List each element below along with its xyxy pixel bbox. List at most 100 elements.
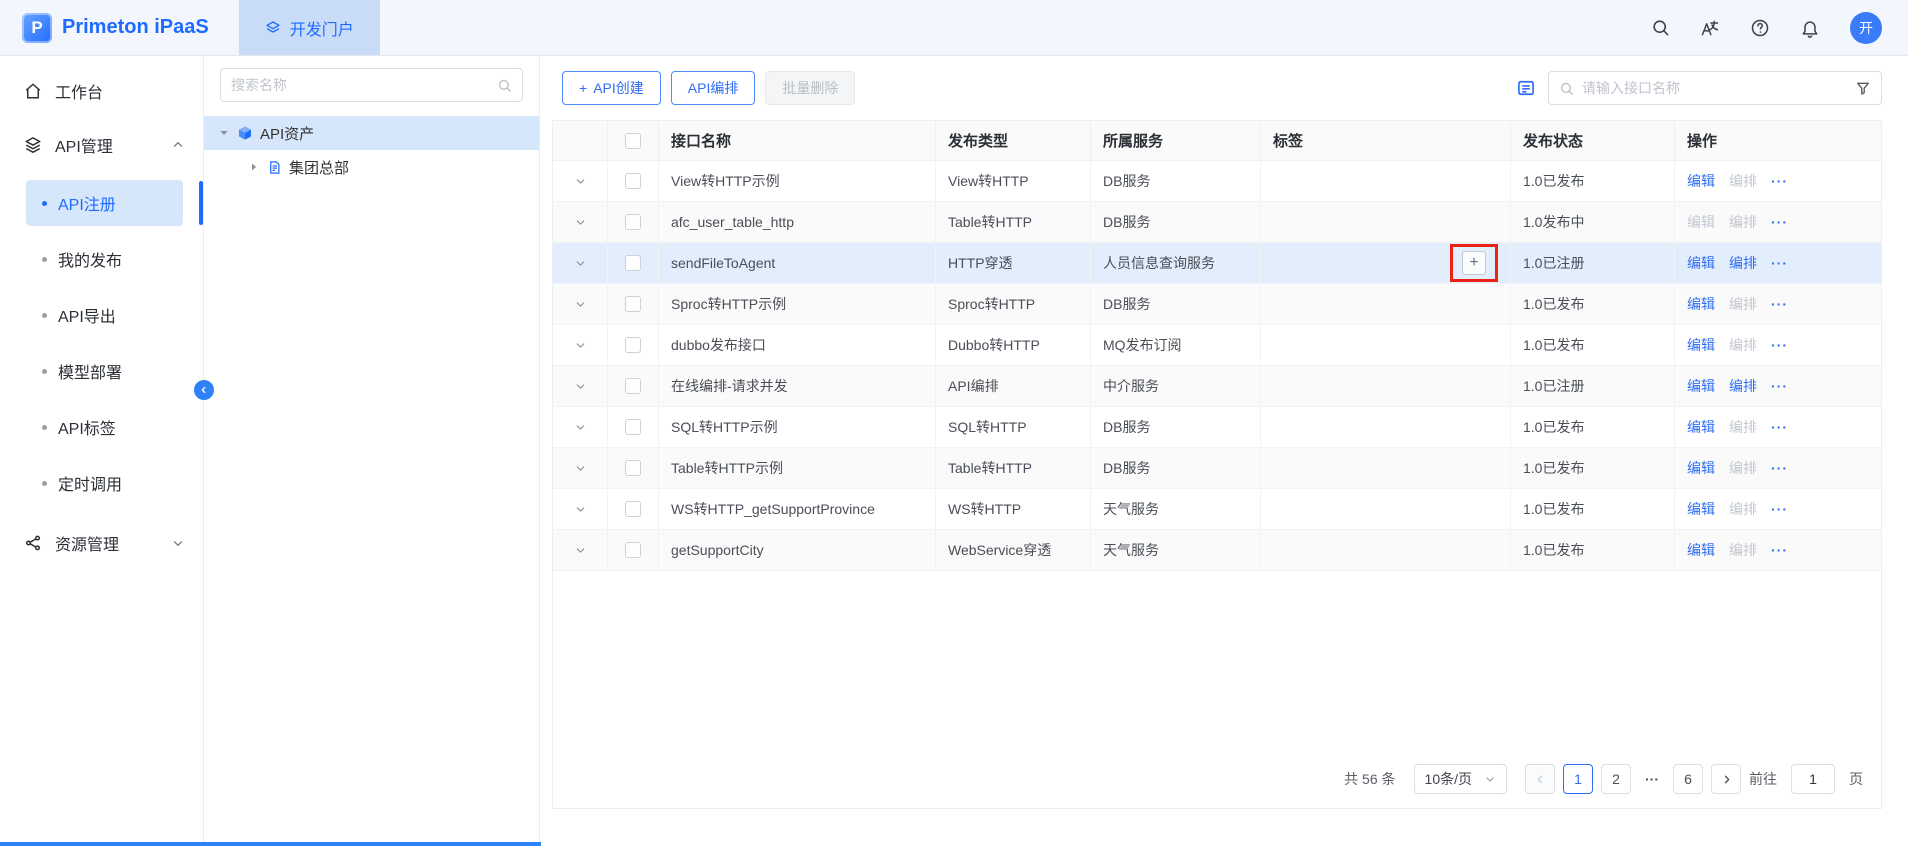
row-checkbox[interactable]	[625, 501, 641, 517]
page-button-6[interactable]: 6	[1673, 764, 1703, 794]
expand-cell	[553, 448, 608, 488]
more-actions-link[interactable]: ···	[1771, 501, 1788, 517]
add-tag-button[interactable]: +	[1462, 251, 1486, 275]
row-expand-chevron-icon[interactable]	[574, 339, 587, 352]
page-ellipsis[interactable]: ···	[1639, 771, 1665, 787]
sidebar-collapse-button[interactable]	[194, 380, 214, 400]
edit-link[interactable]: 编辑	[1687, 499, 1715, 519]
sidebar-item-api-tags[interactable]: API标签	[26, 404, 183, 450]
more-actions-link[interactable]: ···	[1771, 378, 1788, 394]
row-expand-chevron-icon[interactable]	[574, 175, 587, 188]
row-expand-chevron-icon[interactable]	[574, 544, 587, 557]
row-expand-chevron-icon[interactable]	[574, 257, 587, 270]
row-checkbox[interactable]	[625, 542, 641, 558]
orchestrate-link[interactable]: 编排	[1729, 499, 1757, 519]
more-actions-link[interactable]: ···	[1771, 337, 1788, 353]
more-actions-link[interactable]: ···	[1771, 173, 1788, 189]
search-icon[interactable]	[1651, 18, 1670, 37]
row-checkbox[interactable]	[625, 296, 641, 312]
row-expand-chevron-icon[interactable]	[574, 216, 587, 229]
orchestrate-link[interactable]: 编排	[1729, 335, 1757, 355]
more-actions-link[interactable]: ···	[1771, 214, 1788, 230]
row-expand-chevron-icon[interactable]	[574, 380, 587, 393]
orchestrate-link[interactable]: 编排	[1729, 212, 1757, 232]
edit-link[interactable]: 编辑	[1687, 458, 1715, 478]
orchestrate-link[interactable]: 编排	[1729, 294, 1757, 314]
sidebar-item-api-export[interactable]: API导出	[26, 292, 183, 338]
caret-down-icon[interactable]	[218, 127, 230, 139]
api-search-input[interactable]	[1582, 80, 1847, 96]
orchestrate-link[interactable]: 编排	[1729, 458, 1757, 478]
sidebar-item-api-register[interactable]: API注册	[26, 180, 183, 226]
sidebar-item-api-management[interactable]: API管理	[0, 118, 203, 172]
expand-cell	[553, 366, 608, 406]
row-checkbox[interactable]	[625, 214, 641, 230]
list-view-icon[interactable]	[1516, 78, 1536, 98]
row-checkbox[interactable]	[625, 419, 641, 435]
more-actions-link[interactable]: ···	[1771, 460, 1788, 476]
batch-delete-button[interactable]: 批量删除	[765, 71, 855, 105]
edit-link[interactable]: 编辑	[1687, 540, 1715, 560]
user-avatar[interactable]: 开	[1850, 12, 1882, 44]
table-row: 在线编排-请求并发 API编排 中介服务 + 1.0已注册 编辑 编排 ···	[553, 366, 1881, 407]
row-expand-chevron-icon[interactable]	[574, 298, 587, 311]
row-expand-chevron-icon[interactable]	[574, 421, 587, 434]
edit-link[interactable]: 编辑	[1687, 335, 1715, 355]
sidebar-item-workbench[interactable]: 工作台	[0, 64, 203, 118]
tab-dev-portal[interactable]: 开发门户	[239, 0, 380, 55]
row-checkbox[interactable]	[625, 378, 641, 394]
edit-link[interactable]: 编辑	[1687, 376, 1715, 396]
service-cell: 中介服务	[1091, 366, 1261, 406]
edit-link[interactable]: 编辑	[1687, 171, 1715, 191]
page-button-2[interactable]: 2	[1601, 764, 1631, 794]
sidebar-item-scheduled-call[interactable]: 定时调用	[26, 460, 183, 506]
api-orchestrate-button[interactable]: API编排	[671, 71, 756, 105]
filter-funnel-icon[interactable]	[1855, 80, 1871, 96]
row-expand-chevron-icon[interactable]	[574, 503, 587, 516]
tag-cell: +	[1261, 530, 1511, 570]
more-actions-link[interactable]: ···	[1771, 255, 1788, 271]
orchestrate-link[interactable]: 编排	[1729, 376, 1757, 396]
api-name-cell: View转HTTP示例	[659, 161, 936, 201]
search-icon[interactable]	[497, 78, 512, 93]
page-size-select[interactable]: 10条/页	[1414, 764, 1507, 794]
edit-link[interactable]: 编辑	[1687, 417, 1715, 437]
row-checkbox[interactable]	[625, 173, 641, 189]
more-actions-link[interactable]: ···	[1771, 542, 1788, 558]
sidebar-item-model-deploy[interactable]: 模型部署	[26, 348, 183, 394]
row-checkbox[interactable]	[625, 255, 641, 271]
more-actions-link[interactable]: ···	[1771, 296, 1788, 312]
tree-node-api-assets[interactable]: API资产	[204, 116, 539, 150]
row-checkbox[interactable]	[625, 460, 641, 476]
tree-node-group-hq[interactable]: 集团总部	[204, 150, 539, 184]
edit-link[interactable]: 编辑	[1687, 294, 1715, 314]
select-all-checkbox[interactable]	[625, 133, 641, 149]
service-cell: 人员信息查询服务	[1091, 243, 1261, 283]
goto-page-input[interactable]	[1791, 764, 1835, 794]
orchestrate-link[interactable]: 编排	[1729, 253, 1757, 273]
expand-cell	[553, 202, 608, 242]
edit-link[interactable]: 编辑	[1687, 212, 1715, 232]
row-checkbox[interactable]	[625, 337, 641, 353]
page-button-1[interactable]: 1	[1563, 764, 1593, 794]
more-actions-link[interactable]: ···	[1771, 419, 1788, 435]
checkbox-cell	[608, 489, 659, 529]
language-icon[interactable]	[1700, 18, 1720, 38]
caret-right-icon[interactable]	[248, 161, 260, 173]
orchestrate-link[interactable]: 编排	[1729, 417, 1757, 437]
prev-page-button[interactable]	[1525, 764, 1555, 794]
orchestrate-link[interactable]: 编排	[1729, 171, 1757, 191]
sidebar-item-resource-management[interactable]: 资源管理	[0, 516, 203, 570]
notification-bell-icon[interactable]	[1800, 18, 1820, 38]
row-expand-chevron-icon[interactable]	[574, 462, 587, 475]
api-create-button[interactable]: + API创建	[562, 71, 661, 105]
api-name-cell: getSupportCity	[659, 530, 936, 570]
orchestrate-link[interactable]: 编排	[1729, 540, 1757, 560]
table-row: View转HTTP示例 View转HTTP DB服务 + 1.0已发布 编辑 编…	[553, 161, 1881, 202]
tree-search-box	[220, 68, 523, 102]
next-page-button[interactable]	[1711, 764, 1741, 794]
sidebar-item-my-publications[interactable]: 我的发布	[26, 236, 183, 282]
tree-search-input[interactable]	[231, 77, 497, 93]
help-icon[interactable]	[1750, 18, 1770, 38]
edit-link[interactable]: 编辑	[1687, 253, 1715, 273]
